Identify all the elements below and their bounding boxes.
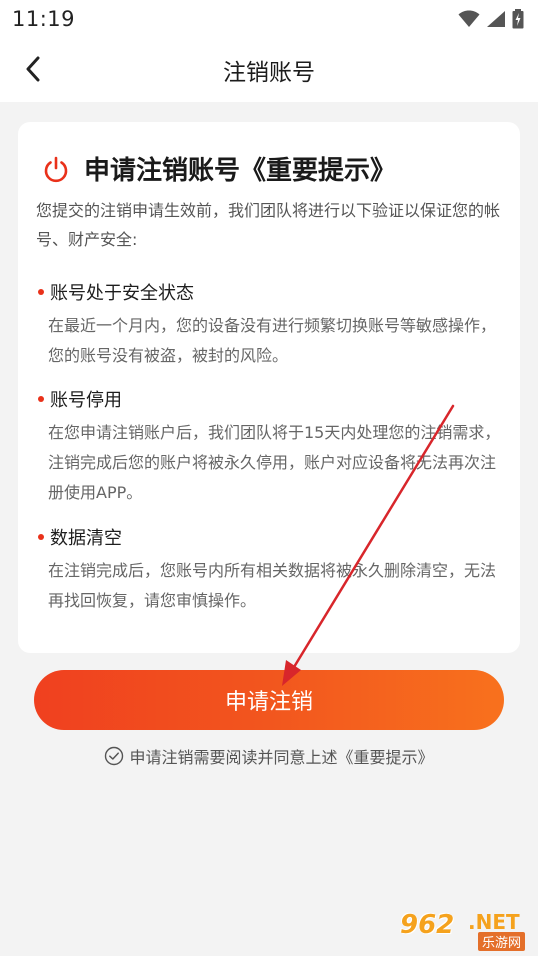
section-title: 账号处于安全状态 bbox=[50, 283, 194, 304]
section-body: 在最近一个月内，您的设备没有进行频繁切换账号等敏感操作，您的账号没有被盗，被封的… bbox=[48, 316, 497, 365]
page-title: 注销账号 bbox=[223, 60, 315, 86]
agreement-text: 申请注销需要阅读并同意上述《重要提示》 bbox=[129, 748, 434, 767]
wifi-icon bbox=[458, 10, 480, 27]
bullet-dot bbox=[38, 396, 44, 402]
section-account-disable: 账号停用 在您申请注销账户后，我们团队将于15天内处理您的注销需求，注销完成后您… bbox=[36, 384, 506, 508]
nav-bar: 注销账号 bbox=[0, 38, 538, 102]
intro-text: 您提交的注销申请生效前，我们团队将进行以下验证以保证您的帐号、财产安全: bbox=[36, 201, 501, 249]
bullet-dot bbox=[38, 289, 44, 295]
watermark-logo: 962 .NET 乐游网 bbox=[398, 906, 532, 952]
card-title: 申请注销账号《重要提示》 bbox=[84, 156, 397, 186]
signal-icon bbox=[487, 11, 505, 27]
section-heading: 账号处于安全状态 bbox=[36, 277, 506, 307]
watermark-sub: 乐游网 bbox=[478, 932, 526, 951]
section-body: 在注销完成后，您账号内所有相关数据将被永久删除清空，无法再找回恢复，请您审慎操作… bbox=[48, 561, 497, 610]
section-data-clear: 数据清空 在注销完成后，您账号内所有相关数据将被永久删除清空，无法再找回恢复，请… bbox=[36, 522, 506, 616]
back-button[interactable] bbox=[16, 52, 50, 86]
section-heading: 数据清空 bbox=[36, 522, 506, 552]
bullet-dot bbox=[38, 534, 44, 540]
section-account-safe: 账号处于安全状态 在最近一个月内，您的设备没有进行频繁切换账号等敏感操作，您的账… bbox=[36, 277, 506, 371]
watermark-number: 962 bbox=[400, 910, 455, 940]
section-title: 账号停用 bbox=[50, 390, 122, 411]
apply-cancel-button[interactable]: 申请注销 bbox=[34, 670, 504, 730]
notice-card: 申请注销账号《重要提示》 您提交的注销申请生效前，我们团队将进行以下验证以保证您… bbox=[18, 122, 520, 653]
section-heading: 账号停用 bbox=[36, 384, 506, 414]
section-title: 数据清空 bbox=[50, 528, 122, 549]
watermark-net: .NET bbox=[468, 910, 520, 934]
status-icons bbox=[458, 9, 524, 29]
check-circle-icon bbox=[105, 746, 124, 766]
battery-icon bbox=[512, 9, 524, 29]
status-bar: 11:19 bbox=[0, 0, 538, 38]
section-body: 在您申请注销账户后，我们团队将于15天内处理您的注销需求，注销完成后您的账户将被… bbox=[48, 423, 501, 502]
agreement-checkbox[interactable]: 申请注销需要阅读并同意上述《重要提示》 bbox=[0, 743, 538, 769]
power-icon bbox=[44, 156, 68, 182]
chevron-left-icon bbox=[26, 56, 40, 82]
card-title-row: 申请注销账号《重要提示》 bbox=[42, 150, 396, 187]
status-time: 11:19 bbox=[12, 7, 76, 31]
